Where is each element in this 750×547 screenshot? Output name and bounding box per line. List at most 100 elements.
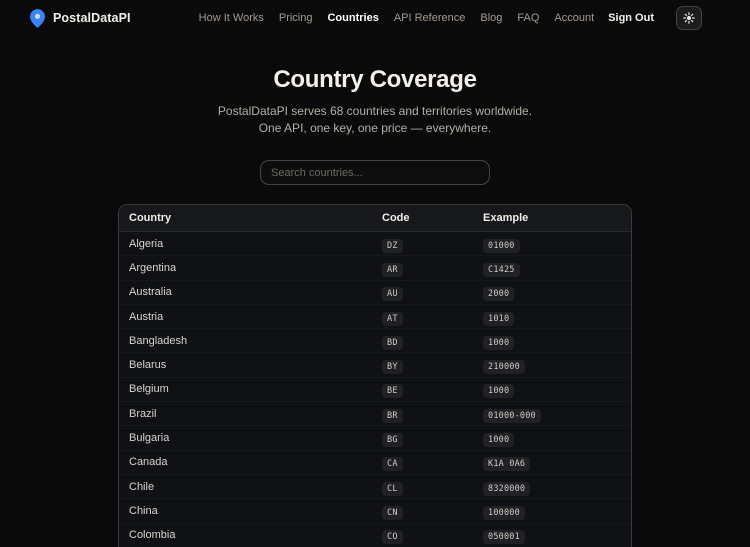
- postal-example-cell: 1010: [483, 308, 621, 326]
- country-name: Austria: [129, 310, 164, 323]
- country-code-badge: CL: [382, 481, 403, 496]
- table-body: Algeria DZ 01000 Argentina AR C1425 Australia A…: [119, 232, 631, 547]
- country-code-cell: CL: [382, 478, 483, 496]
- country-code-badge: CO: [382, 530, 403, 545]
- search-container: [0, 160, 750, 185]
- table-row: Argentina AR C1425: [119, 256, 631, 280]
- table-row: Belarus BY 210000: [119, 353, 631, 377]
- postal-example-cell: 8320000: [483, 478, 621, 496]
- countries-table: Country Code Example Algeria DZ 01000 Argen…: [118, 204, 632, 547]
- postal-example-cell: 100000: [483, 502, 621, 520]
- column-header-country: Country: [129, 212, 172, 224]
- country-name: Algeria: [129, 237, 164, 250]
- country-code-cell: CA: [382, 453, 483, 472]
- postal-example-cell: 210000: [483, 356, 621, 375]
- map-pin-icon: [30, 8, 45, 28]
- country-code-badge: BD: [382, 335, 403, 350]
- postal-example-badge: 1000: [483, 433, 515, 448]
- table-row: Bulgaria BG 1000: [119, 426, 631, 450]
- country-code-cell: CO: [382, 526, 483, 545]
- country-code-cell: CN: [382, 502, 483, 520]
- postal-example-cell: K1A 0A6: [483, 453, 621, 472]
- country-code-cell: AU: [382, 283, 483, 302]
- country-name: Colombia: [129, 529, 176, 542]
- table-row: Canada CA K1A 0A6: [119, 451, 631, 475]
- postal-example-cell: 1000: [483, 380, 621, 399]
- top-navigation-bar: PostalDataPI How It Works Pricing Countrie…: [0, 0, 750, 36]
- postal-example-cell: 1000: [483, 332, 621, 350]
- table-row: Algeria DZ 01000: [119, 232, 631, 256]
- country-name: Bangladesh: [129, 334, 188, 347]
- postal-example-badge: 8320000: [483, 481, 531, 496]
- postal-example-badge: 01000: [483, 238, 520, 253]
- postal-example-cell: 050001: [483, 526, 621, 545]
- country-code-cell: BG: [382, 429, 483, 448]
- page-subtitle: PostalDataPI serves 68 countries and ter…: [0, 103, 750, 137]
- country-code-badge: DZ: [382, 238, 403, 253]
- postal-example-badge: 210000: [483, 360, 525, 375]
- country-code-cell: BE: [382, 380, 483, 399]
- nav-item-how-it-works[interactable]: How It Works: [199, 12, 264, 24]
- sign-out-button[interactable]: Sign Out: [608, 12, 654, 24]
- brand-logo[interactable]: PostalDataPI: [30, 8, 131, 28]
- country-code-badge: BE: [382, 384, 403, 399]
- country-code-cell: BD: [382, 332, 483, 350]
- country-name: China: [129, 504, 158, 517]
- nav-item-pricing[interactable]: Pricing: [279, 12, 313, 24]
- country-code-cell: DZ: [382, 235, 483, 253]
- hero-section: Country Coverage PostalDataPI serves 68 …: [0, 66, 750, 137]
- postal-example-badge: C1425: [483, 262, 520, 277]
- postal-example-cell: 01000: [483, 235, 621, 253]
- country-code-badge: BG: [382, 433, 403, 448]
- country-code-cell: BR: [382, 405, 483, 423]
- country-name: Chile: [129, 480, 155, 493]
- nav-menu: How It Works Pricing Countries API Referenc…: [199, 12, 595, 24]
- search-input[interactable]: [260, 160, 490, 185]
- country-code-badge: CN: [382, 505, 403, 520]
- page-title: Country Coverage: [273, 66, 477, 93]
- country-name: Argentina: [129, 261, 177, 274]
- nav-item-faq[interactable]: FAQ: [517, 12, 539, 24]
- country-name: Brazil: [129, 407, 157, 420]
- table-row: Belgium BE 1000: [119, 378, 631, 402]
- postal-example-cell: C1425: [483, 259, 621, 277]
- country-name: Australia: [129, 286, 172, 299]
- postal-example-badge: K1A 0A6: [483, 457, 531, 472]
- postal-example-badge: 1000: [483, 384, 515, 399]
- column-header-example: Example: [483, 212, 529, 224]
- table-row: Australia AU 2000: [119, 281, 631, 305]
- country-name: Canada: [129, 456, 168, 469]
- country-code-cell: AT: [382, 308, 483, 326]
- table-row: Bangladesh BD 1000: [119, 329, 631, 353]
- subtitle-line-2: One API, one key, one price — everywhere…: [258, 121, 492, 135]
- table-row: Brazil BR 01000-000: [119, 402, 631, 426]
- nav-item-account[interactable]: Account: [554, 12, 594, 24]
- table-header-row: Country Code Example: [119, 205, 631, 232]
- postal-example-badge: 100000: [483, 505, 525, 520]
- country-code-cell: AR: [382, 259, 483, 277]
- nav-item-api-reference[interactable]: API Reference: [394, 12, 466, 24]
- brand-name: PostalDataPI: [53, 11, 131, 25]
- country-code-badge: BR: [382, 408, 403, 423]
- postal-example-badge: 01000-000: [483, 408, 541, 423]
- country-name: Belarus: [129, 359, 167, 372]
- postal-example-badge: 050001: [483, 530, 525, 545]
- postal-example-badge: 1010: [483, 311, 515, 326]
- table-row: Austria AT 1010: [119, 305, 631, 329]
- table-row: Colombia CO 050001: [119, 524, 631, 547]
- postal-example-cell: 1000: [483, 429, 621, 448]
- country-code-cell: BY: [382, 356, 483, 375]
- country-code-badge: AR: [382, 262, 403, 277]
- column-header-code: Code: [382, 212, 410, 224]
- country-name: Bulgaria: [129, 432, 170, 445]
- country-code-badge: BY: [382, 360, 403, 375]
- theme-toggle-button[interactable]: [676, 6, 702, 30]
- postal-example-cell: 2000: [483, 283, 621, 302]
- nav-item-countries[interactable]: Countries: [327, 12, 378, 24]
- table-row: China CN 100000: [119, 499, 631, 523]
- postal-example-badge: 1000: [483, 335, 515, 350]
- country-code-badge: CA: [382, 457, 403, 472]
- country-name: Belgium: [129, 383, 169, 396]
- nav-item-blog[interactable]: Blog: [480, 12, 502, 24]
- sun-icon: [683, 12, 695, 24]
